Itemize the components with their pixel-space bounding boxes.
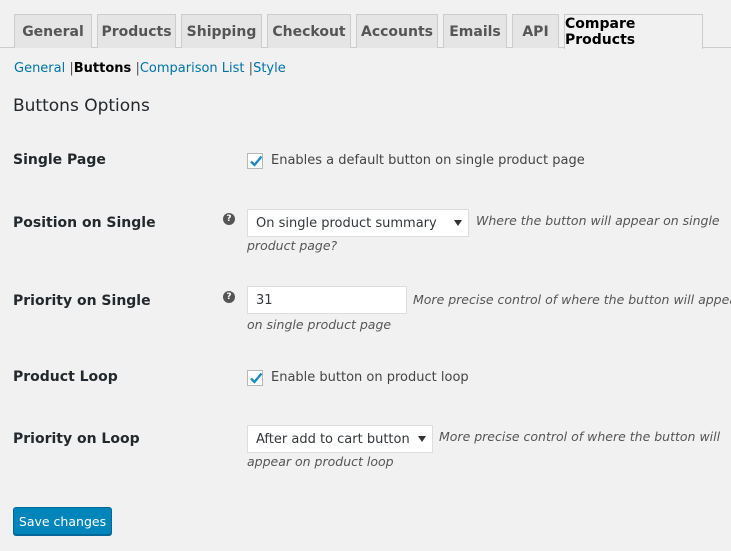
priority-on-single-label: Priority on Single	[13, 293, 151, 309]
position-on-single-label: Position on Single	[13, 215, 156, 231]
tab-emails[interactable]: Emails	[443, 14, 507, 48]
priority-on-loop-select[interactable]: After add to cart button	[247, 425, 433, 453]
tab-general[interactable]: General	[14, 14, 92, 48]
product-loop-label: Product Loop	[13, 369, 118, 385]
priority-on-single-desc: More precise control of where the button…	[413, 292, 731, 307]
tab-checkout[interactable]: Checkout	[267, 14, 351, 48]
subnav-comparison-list-link[interactable]: Comparison List	[140, 61, 245, 76]
position-on-single-desc-cont: product page?	[247, 238, 338, 253]
priority-on-single-desc-cont: on single product page	[247, 317, 392, 332]
checkmark-icon	[250, 155, 263, 167]
position-on-single-desc: Where the button will appear on single	[476, 213, 720, 228]
subnav-style-link[interactable]: Style	[253, 61, 286, 76]
tab-api[interactable]: API	[512, 14, 559, 48]
position-on-single-select[interactable]: On single product summary	[247, 209, 469, 237]
dropdown-arrow-icon	[418, 436, 426, 442]
tab-compare-products[interactable]: Compare Products	[564, 14, 703, 49]
single-page-checkbox-text: Enables a default button on single produ…	[271, 153, 585, 168]
help-tip-icon[interactable]: ?	[223, 291, 235, 303]
subnav-general-link[interactable]: General	[14, 61, 65, 76]
priority-on-loop-desc-cont: appear on product loop	[247, 454, 394, 469]
priority-on-loop-label: Priority on Loop	[13, 431, 140, 447]
priority-on-single-input[interactable]	[247, 286, 407, 314]
product-loop-checkbox-text: Enable button on product loop	[271, 370, 469, 385]
single-page-label: Single Page	[13, 152, 106, 168]
dropdown-arrow-icon	[454, 220, 462, 226]
product-loop-checkbox[interactable]	[247, 370, 263, 386]
single-page-checkbox[interactable]	[247, 153, 263, 169]
priority-on-loop-selected: After add to cart button	[256, 431, 410, 447]
tab-products[interactable]: Products	[97, 14, 176, 48]
settings-tabs: General Products Shipping Checkout Accou…	[0, 0, 731, 49]
tab-shipping[interactable]: Shipping	[181, 14, 262, 48]
subsub-nav: General |Buttons |Comparison List |Style	[14, 61, 286, 76]
subnav-buttons-current: Buttons	[73, 61, 132, 76]
checkmark-icon	[250, 372, 263, 384]
priority-on-loop-desc: More precise control of where the button…	[439, 429, 721, 444]
section-title: Buttons Options	[13, 96, 150, 116]
tab-accounts[interactable]: Accounts	[356, 14, 438, 48]
position-on-single-selected: On single product summary	[256, 215, 437, 231]
save-changes-button[interactable]: Save changes	[13, 507, 112, 535]
help-tip-icon[interactable]: ?	[223, 213, 235, 225]
